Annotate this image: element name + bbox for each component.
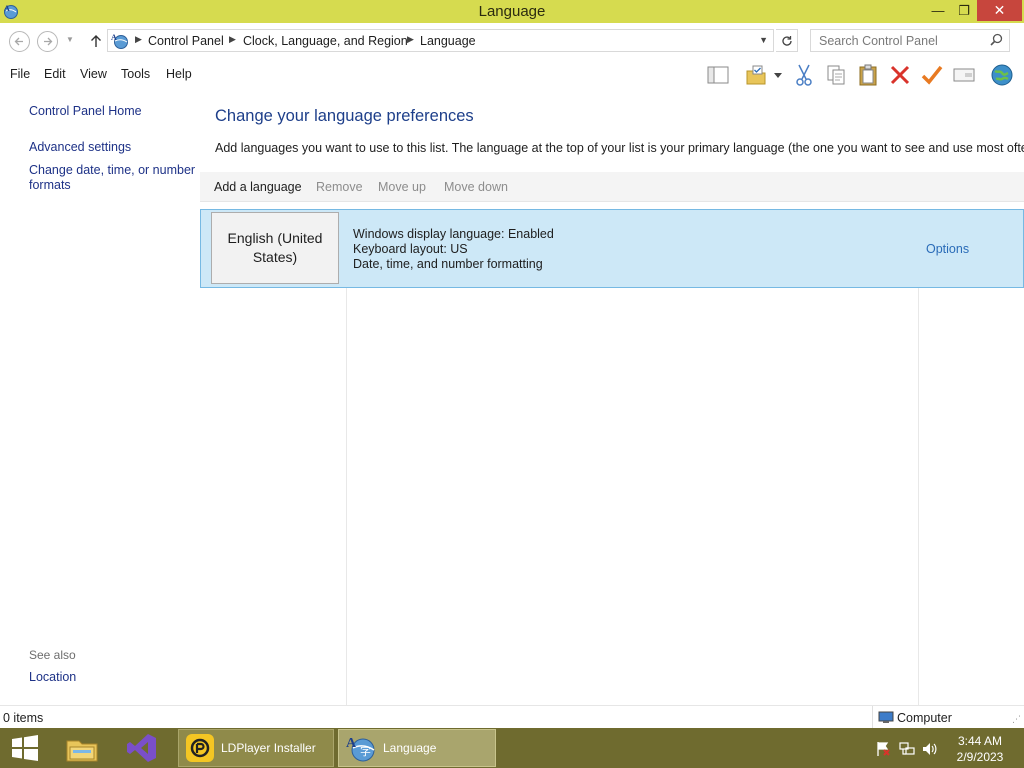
- list-column-divider: [918, 288, 919, 705]
- menu-view[interactable]: View: [80, 67, 107, 81]
- menu-edit[interactable]: Edit: [44, 67, 66, 81]
- up-arrow-icon: [91, 35, 101, 47]
- search-placeholder: Search Control Panel: [819, 34, 938, 48]
- address-bar: ▼ A ▶ Control Panel ▶ Clock, Language, a…: [0, 23, 1024, 59]
- clock-date: 2/9/2023: [956, 750, 1004, 764]
- see-also-label: See also: [29, 648, 76, 662]
- up-button[interactable]: [88, 31, 104, 51]
- breadcrumb-chevron-icon[interactable]: ▶: [407, 34, 414, 45]
- language-taskbar-label: Language: [383, 741, 437, 755]
- language-list-item[interactable]: English (United States) Windows display …: [200, 209, 1024, 288]
- move-up-button[interactable]: Move up: [378, 180, 426, 194]
- back-arrow-icon: [14, 37, 23, 46]
- resize-grip[interactable]: ⋰: [1012, 714, 1021, 725]
- menu-file[interactable]: File: [10, 67, 30, 81]
- properties-icon[interactable]: [952, 63, 976, 87]
- address-box[interactable]: A ▶ Control Panel ▶ Clock, Language, and…: [107, 29, 774, 52]
- menu-tools[interactable]: Tools: [121, 67, 150, 81]
- recent-locations-dropdown[interactable]: ▼: [66, 35, 74, 44]
- file-explorer-icon: [66, 740, 98, 762]
- window-title: Language: [478, 3, 546, 20]
- taskbar: LDPlayer Installer A字 Language 3:44 AM 2…: [0, 728, 1024, 768]
- back-button[interactable]: [9, 31, 30, 52]
- breadcrumb-control-panel[interactable]: Control Panel: [148, 34, 224, 48]
- status-bar: 0 items Computer ⋰: [0, 705, 1024, 729]
- status-divider: [872, 706, 873, 729]
- volume-icon[interactable]: [922, 741, 938, 757]
- language-details: Windows display language: Enabled Keyboa…: [353, 227, 554, 272]
- search-icon[interactable]: [990, 33, 1003, 46]
- address-dropdown-icon[interactable]: ▼: [759, 35, 768, 45]
- computer-icon: [878, 711, 894, 723]
- advanced-settings-link[interactable]: Advanced settings: [29, 140, 131, 155]
- forward-arrow-icon: [44, 37, 53, 46]
- svg-text:A: A: [111, 33, 117, 42]
- layout-icon[interactable]: [706, 63, 730, 87]
- add-language-button[interactable]: Add a language: [214, 180, 302, 194]
- refresh-icon: [781, 35, 792, 46]
- page-title: Change your language preferences: [215, 107, 474, 125]
- refresh-button[interactable]: [776, 29, 798, 52]
- delete-icon[interactable]: [888, 63, 912, 87]
- minimize-button[interactable]: —: [925, 0, 951, 21]
- display-language-status: Windows display language: Enabled: [353, 227, 554, 241]
- language-options-link[interactable]: Options: [926, 242, 969, 256]
- breadcrumb-chevron-icon[interactable]: ▶: [135, 34, 142, 45]
- folder-check-icon[interactable]: [744, 63, 768, 87]
- chevron-down-icon[interactable]: [770, 63, 786, 87]
- change-date-time-formats-link[interactable]: Change date, time, or number formats: [29, 163, 197, 193]
- menu-bar: File Edit View Tools Help: [0, 59, 1024, 90]
- language-taskbar-button[interactable]: A字 Language: [338, 729, 496, 767]
- checkmark-icon[interactable]: [920, 63, 944, 87]
- breadcrumb-clock-language-region[interactable]: Clock, Language, and Region: [243, 34, 408, 48]
- zone-label: Computer: [897, 711, 952, 725]
- copy-icon[interactable]: [824, 63, 848, 87]
- network-icon[interactable]: [899, 741, 915, 757]
- system-clock[interactable]: 3:44 AM 2/9/2023: [948, 733, 1012, 765]
- formatting-info: Date, time, and number formatting: [353, 257, 543, 271]
- ldplayer-installer-button[interactable]: LDPlayer Installer: [178, 729, 334, 767]
- control-panel-icon: A: [111, 33, 128, 49]
- move-down-button[interactable]: Move down: [444, 180, 508, 194]
- windows-logo-icon: [12, 735, 38, 761]
- item-count: 0 items: [3, 711, 44, 725]
- svg-text:字: 字: [360, 744, 371, 758]
- restore-button[interactable]: ❐: [951, 0, 977, 21]
- ldplayer-installer-label: LDPlayer Installer: [221, 741, 316, 755]
- action-center-flag-icon[interactable]: [875, 741, 891, 757]
- visual-studio-button[interactable]: [116, 729, 168, 767]
- location-link[interactable]: Location: [29, 670, 76, 685]
- keyboard-layout: Keyboard layout: US: [353, 242, 468, 256]
- language-command-bar: Add a language Remove Move up Move down: [200, 172, 1024, 202]
- clock-time: 3:44 AM: [957, 734, 1003, 748]
- visual-studio-icon: [127, 734, 156, 762]
- remove-button[interactable]: Remove: [316, 180, 363, 194]
- breadcrumb-language[interactable]: Language: [420, 34, 476, 48]
- start-button[interactable]: [0, 729, 50, 767]
- breadcrumb-chevron-icon[interactable]: ▶: [229, 34, 236, 45]
- title-bar[interactable]: A Language — ❐ ✕: [0, 0, 1024, 23]
- menu-help[interactable]: Help: [166, 67, 192, 81]
- file-explorer-button[interactable]: [56, 729, 108, 767]
- list-column-divider: [346, 288, 347, 705]
- cut-icon[interactable]: [792, 63, 816, 87]
- language-name-tile[interactable]: English (United States): [211, 212, 339, 284]
- search-input[interactable]: Search Control Panel: [810, 29, 1010, 52]
- close-button[interactable]: ✕: [977, 0, 1022, 21]
- forward-button[interactable]: [37, 31, 58, 52]
- svg-text:A: A: [346, 736, 357, 751]
- paste-icon[interactable]: [856, 63, 880, 87]
- control-panel-home-link[interactable]: Control Panel Home: [29, 104, 142, 119]
- globe-icon[interactable]: [990, 63, 1014, 87]
- language-icon: A字: [346, 736, 375, 762]
- ldplayer-icon: [186, 734, 214, 762]
- page-description: Add languages you want to use to this li…: [215, 141, 1024, 155]
- left-navigation-pane: Control Panel Home Advanced settings Cha…: [0, 90, 200, 705]
